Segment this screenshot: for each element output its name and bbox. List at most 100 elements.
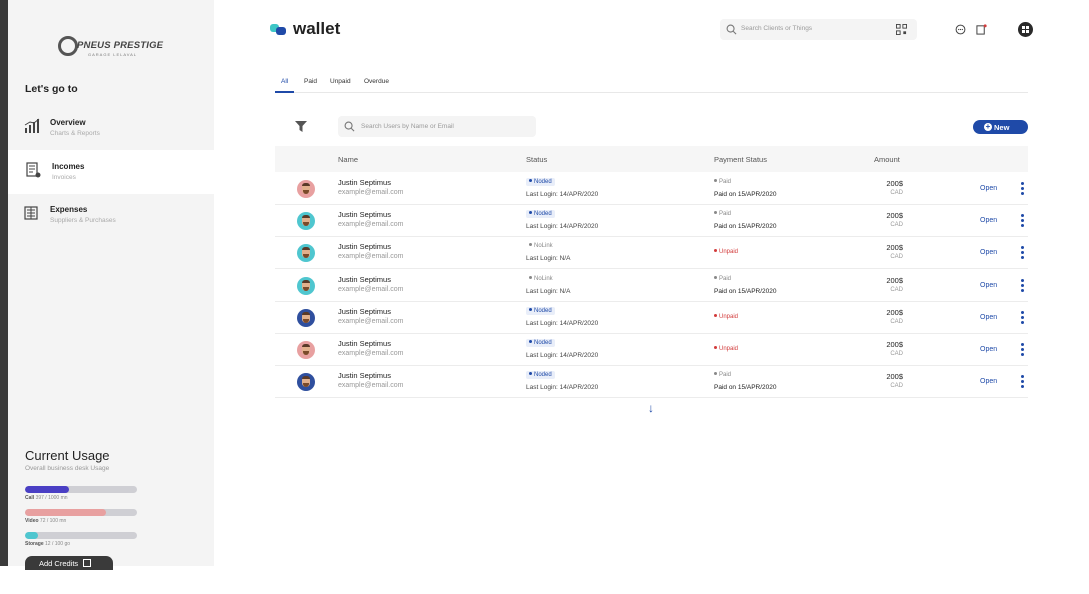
avatar[interactable] bbox=[297, 212, 315, 231]
global-search-placeholder: Search Clients or Things bbox=[741, 25, 813, 32]
search-icon bbox=[726, 24, 737, 35]
table-row[interactable]: Justin Septimus example@email.com Noded Las… bbox=[275, 302, 1028, 334]
more-options-icon[interactable] bbox=[1019, 214, 1025, 228]
usage-label-video: Video 72 / 100 mn bbox=[25, 518, 67, 524]
status-badge: NoLink bbox=[526, 275, 556, 283]
usage-label-call: Call 397 / 1000 mn bbox=[25, 495, 68, 501]
more-options-icon[interactable] bbox=[1019, 375, 1025, 389]
open-link[interactable]: Open bbox=[980, 378, 997, 385]
open-link[interactable]: Open bbox=[980, 217, 997, 224]
client-name: Justin Septimus bbox=[338, 274, 391, 284]
open-link[interactable]: Open bbox=[980, 249, 997, 256]
column-header-status[interactable]: Status bbox=[526, 155, 547, 164]
sidebar-item-incomes[interactable]: Incomes Invoices bbox=[8, 150, 214, 194]
last-login: Last Login: 14/APR/2020 bbox=[526, 191, 599, 198]
avatar[interactable] bbox=[297, 308, 315, 327]
status-badge: Noded bbox=[526, 339, 555, 347]
sidebar-item-label: Incomes bbox=[52, 162, 85, 171]
more-options-icon[interactable] bbox=[1019, 278, 1025, 293]
nav-heading: Let's go to bbox=[25, 83, 78, 95]
amount-currency: CAD bbox=[890, 190, 903, 196]
last-login: Last Login: 14/APR/2020 bbox=[526, 319, 599, 327]
new-button[interactable]: + New bbox=[973, 120, 1028, 134]
brand-name: PNEUS PRESTIGE bbox=[77, 40, 164, 51]
table-header: Name Status Payment Status Amount bbox=[275, 146, 1028, 172]
payment-status-badge: Unpaid bbox=[714, 346, 738, 352]
sidebar-item-overview[interactable]: Overview Charts & Reports bbox=[8, 106, 214, 150]
load-more-arrow-icon[interactable]: ↓ bbox=[648, 401, 654, 415]
amount-value: 200$ bbox=[886, 307, 903, 317]
column-header-name[interactable]: Name bbox=[338, 155, 358, 164]
status-badge: Noded bbox=[526, 371, 555, 380]
amount-value: 200$ bbox=[886, 211, 903, 221]
brand-logo[interactable]: PNEUS PRESTIGE GARAGE LELAVAL bbox=[58, 36, 163, 58]
tab-all[interactable]: All bbox=[275, 78, 295, 93]
table-row[interactable]: Justin Septimus example@email.com Noded Las… bbox=[275, 173, 1028, 205]
table-row[interactable]: Justin Septimus example@email.com Noded Las… bbox=[275, 366, 1028, 399]
amount-value: 200$ bbox=[886, 340, 903, 349]
user-search-placeholder: Search Users by Name or Email bbox=[361, 123, 454, 130]
qr-code-icon[interactable] bbox=[896, 24, 907, 35]
client-name: Justin Septimus bbox=[338, 210, 391, 220]
open-link[interactable]: Open bbox=[980, 314, 997, 321]
payment-status-badge: Unpaid bbox=[714, 313, 738, 320]
global-search-input[interactable]: Search Clients or Things bbox=[720, 19, 917, 40]
paid-on-date: Paid on 15/APR/2020 bbox=[714, 384, 777, 392]
filter-icon[interactable] bbox=[295, 121, 307, 132]
sidebar-item-expenses[interactable]: Expenses Suppliers & Purchases bbox=[8, 193, 214, 237]
app-root: PNEUS PRESTIGE GARAGE LELAVAL Let's go t… bbox=[0, 0, 1089, 594]
avatar[interactable] bbox=[297, 341, 315, 359]
usage-title: Current Usage bbox=[25, 448, 110, 463]
avatar[interactable] bbox=[297, 373, 315, 392]
chart-bars-icon bbox=[24, 118, 40, 133]
amount-value: 200$ bbox=[886, 179, 903, 188]
amount-currency: CAD bbox=[890, 254, 903, 261]
expenses-icon bbox=[24, 206, 38, 220]
chat-icon[interactable] bbox=[955, 24, 966, 35]
more-options-icon[interactable] bbox=[1019, 310, 1025, 325]
open-link[interactable]: Open bbox=[980, 346, 997, 353]
open-link[interactable]: Open bbox=[980, 185, 997, 192]
usage-bar-storage bbox=[25, 532, 137, 539]
last-login: Last Login: 14/APR/2020 bbox=[526, 223, 599, 231]
amount-value: 200$ bbox=[886, 275, 903, 285]
avatar[interactable] bbox=[297, 244, 315, 263]
sidebar-item-label: Overview bbox=[50, 118, 86, 127]
user-search-input[interactable]: Search Users by Name or Email bbox=[338, 116, 536, 137]
usage-bar-call bbox=[25, 486, 137, 493]
table-row[interactable]: Justin Septimus example@email.com NoLink La… bbox=[275, 270, 1028, 302]
more-options-icon[interactable] bbox=[1019, 182, 1025, 196]
payment-status-badge: Paid bbox=[714, 179, 731, 185]
more-options-icon[interactable] bbox=[1019, 246, 1025, 260]
tab-paid[interactable]: Paid bbox=[304, 78, 317, 93]
avatar[interactable] bbox=[297, 276, 315, 295]
amount-value: 200$ bbox=[886, 243, 903, 253]
table-row[interactable]: Justin Septimus example@email.com Noded Las… bbox=[275, 334, 1028, 366]
notification-icon[interactable] bbox=[976, 24, 987, 35]
search-icon bbox=[344, 121, 355, 132]
status-badge: Noded bbox=[526, 306, 555, 315]
open-link[interactable]: Open bbox=[980, 282, 997, 289]
wallet-logo-icon bbox=[270, 24, 286, 36]
table-row[interactable]: Justin Septimus example@email.com NoLink La… bbox=[275, 237, 1028, 270]
tab-overdue[interactable]: Overdue bbox=[364, 78, 389, 93]
plus-icon: + bbox=[984, 122, 992, 131]
amount-currency: CAD bbox=[890, 383, 903, 390]
invoice-icon bbox=[26, 162, 41, 178]
paid-on-date: Paid on 15/APR/2020 bbox=[714, 287, 777, 295]
amount-currency: CAD bbox=[890, 351, 903, 357]
apps-grid-icon[interactable] bbox=[1018, 22, 1033, 37]
status-badge: Noded bbox=[526, 178, 555, 186]
tab-unpaid[interactable]: Unpaid bbox=[330, 78, 351, 93]
client-email: example@email.com bbox=[338, 382, 404, 390]
table-row[interactable]: Justin Septimus example@email.com Noded Las… bbox=[275, 205, 1028, 238]
more-options-icon[interactable] bbox=[1019, 343, 1025, 357]
column-header-amount[interactable]: Amount bbox=[874, 155, 900, 164]
sidebar-item-sublabel: Suppliers & Purchases bbox=[50, 217, 116, 224]
usage-bar-fill bbox=[25, 509, 106, 516]
column-header-payment[interactable]: Payment Status bbox=[714, 155, 767, 164]
avatar[interactable] bbox=[297, 180, 315, 198]
add-credits-button[interactable]: Add Credits bbox=[25, 556, 113, 570]
add-credits-label: Add Credits bbox=[39, 559, 79, 568]
last-login: Last Login: N/A bbox=[526, 287, 571, 295]
